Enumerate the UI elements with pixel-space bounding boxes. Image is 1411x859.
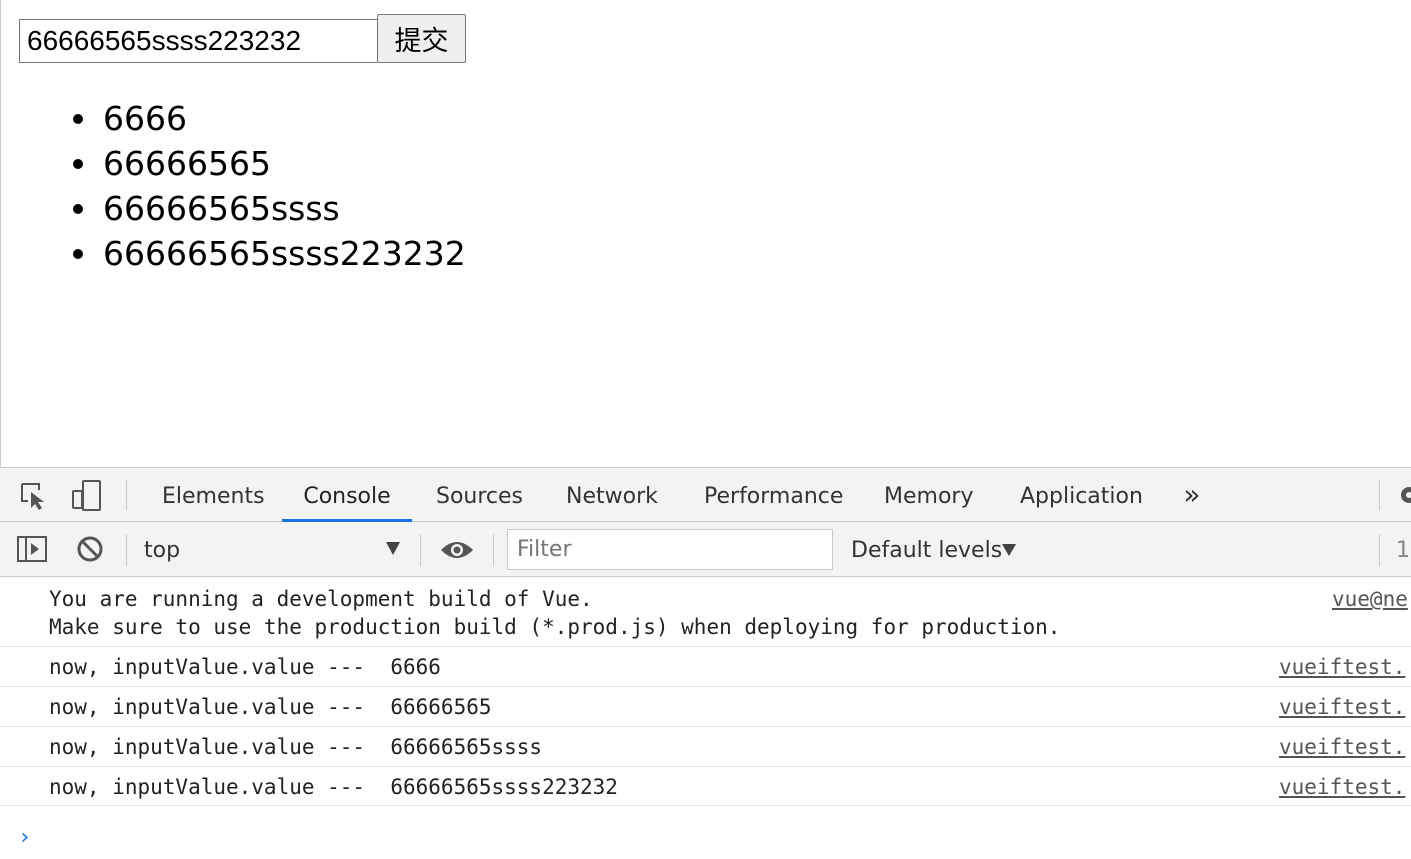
list-item: 66666565ssss [1,186,466,231]
devtools-tabbar: Elements Console Sources Network Perform… [0,468,1411,522]
toolbar-divider [1379,480,1380,510]
console-message-text: You are running a development build of V… [49,587,593,611]
filter-input[interactable] [507,529,833,570]
list-item: 66666565ssss223232 [1,231,466,276]
console-message-text: now, inputValue.value --- 66666565ssss [49,735,543,759]
console-source-link[interactable]: vue@ne [1332,587,1408,611]
more-tabs-icon[interactable]: » [1180,468,1204,521]
inspect-element-icon[interactable] [19,481,49,511]
list-item: 66666565 [1,141,466,186]
submit-button[interactable]: 提交 [377,14,466,63]
devtools-panel: Elements Console Sources Network Perform… [0,467,1411,859]
console-message: now, inputValue.value --- 66666565 vueif… [0,687,1411,727]
console-source-link[interactable]: vueiftest. [1279,775,1405,799]
console-toolbar: top Default levels 1 [0,522,1411,577]
page-content: 提交 6666 66666565 66666565ssss 66666565ss… [0,0,1411,467]
list-item-text: 66666565 [103,144,271,183]
console-message-text: now, inputValue.value --- 6666 [49,655,441,679]
issue-count-badge[interactable]: 1 [1396,522,1410,577]
bullet-icon [73,114,83,124]
console-message: now, inputValue.value --- 66666565ssss22… [0,767,1411,806]
list-item-text: 6666 [103,99,187,138]
tab-elements[interactable]: Elements [162,468,265,521]
toolbar-divider [126,480,127,510]
console-message-text: Make sure to use the production build (*… [49,615,1061,639]
list-item-text: 66666565ssss [103,189,340,228]
chevron-down-icon[interactable] [386,542,400,555]
text-input[interactable] [19,19,377,63]
console-messages: You are running a development build of V… [0,577,1411,850]
console-message: You are running a development build of V… [0,577,1411,647]
toolbar-divider [1379,534,1380,566]
console-message-text: now, inputValue.value --- 66666565ssss22… [49,775,618,799]
bullet-icon [73,159,83,169]
console-source-link[interactable]: vueiftest. [1279,695,1405,719]
console-message-text: now, inputValue.value --- 66666565 [49,695,492,719]
list-item: 6666 [1,96,466,141]
log-levels-dropdown[interactable]: Default levels [851,522,1002,577]
tab-performance[interactable]: Performance [704,468,843,521]
console-source-link[interactable]: vueiftest. [1279,655,1405,679]
tab-memory[interactable]: Memory [884,468,973,521]
toolbar-divider [420,534,421,566]
console-source-link[interactable]: vueiftest. [1279,735,1405,759]
chevron-down-icon[interactable] [1002,544,1016,556]
list-item-text: 66666565ssss223232 [103,234,466,273]
tab-console[interactable]: Console [282,468,412,522]
console-message: now, inputValue.value --- 6666 vueiftest… [0,647,1411,687]
tab-sources[interactable]: Sources [436,468,523,521]
console-prompt-icon[interactable]: › [18,825,31,850]
tab-network[interactable]: Network [566,468,658,521]
bullet-icon [73,204,83,214]
sidebar-toggle-icon[interactable] [16,535,48,563]
tab-application[interactable]: Application [1020,468,1143,521]
toolbar-divider [493,534,494,566]
live-expression-eye-icon[interactable] [440,539,474,561]
clear-console-icon[interactable] [76,535,104,563]
settings-gear-icon[interactable] [1398,484,1411,506]
toolbar-divider [126,534,127,566]
item-list: 6666 66666565 66666565ssss 66666565ssss2… [1,96,466,276]
device-toolbar-icon[interactable] [71,479,103,513]
context-selector[interactable]: top [144,522,180,577]
console-message: now, inputValue.value --- 66666565ssss v… [0,727,1411,767]
bullet-icon [73,249,83,259]
